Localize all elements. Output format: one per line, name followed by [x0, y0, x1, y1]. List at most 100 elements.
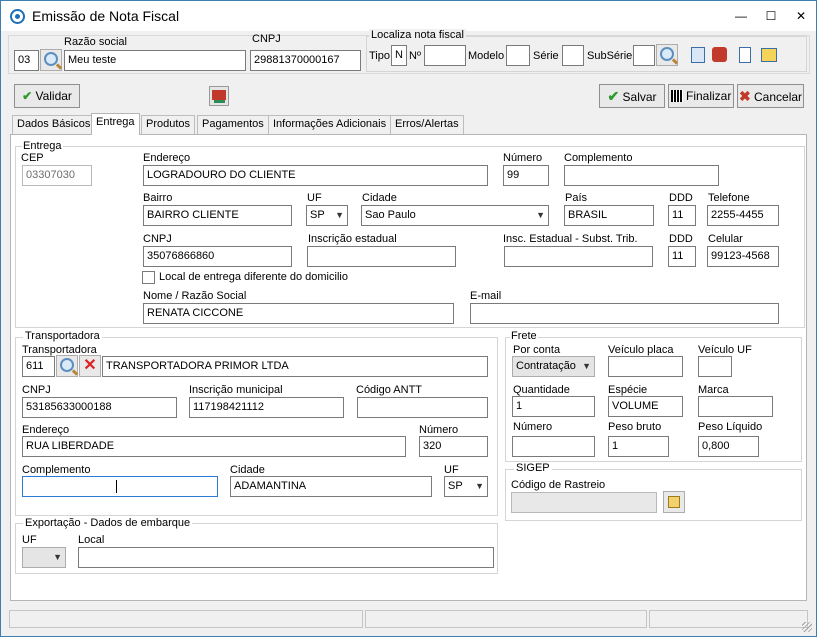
nome-field[interactable]: RENATA CICCONE: [143, 303, 454, 324]
celular-label: Celular: [708, 233, 743, 245]
exportacao-group-label: Exportação - Dados de embarque: [23, 517, 193, 529]
razao-social-label: Razão social: [64, 36, 127, 48]
maximize-button[interactable]: ☐: [756, 1, 786, 31]
peso-liquido-field[interactable]: 0,800: [698, 436, 759, 457]
ie-st-field[interactable]: [504, 246, 653, 267]
veiculo-uf-label: Veículo UF: [698, 344, 752, 356]
window-title: Emissão de Nota Fiscal: [32, 8, 180, 24]
cnpj-transp-field[interactable]: 53185633000188: [22, 397, 177, 418]
search-transportadora-button[interactable]: [56, 355, 78, 377]
status-panel-3: [649, 610, 808, 628]
close-button[interactable]: ✕: [786, 1, 816, 31]
complemento-field[interactable]: [564, 165, 719, 186]
check-icon: ✔: [22, 89, 33, 103]
endereco-field[interactable]: LOGRADOURO DO CLIENTE: [143, 165, 488, 186]
salvar-button[interactable]: ✔ Salvar: [599, 84, 665, 108]
tab-pagamentos[interactable]: Pagamentos: [197, 115, 269, 134]
resize-grip[interactable]: [802, 622, 812, 632]
cnpj-entrega-field[interactable]: 35076866860: [143, 246, 292, 267]
cep-label: CEP: [21, 152, 44, 164]
ie-st-label: Insc. Estadual - Subst. Trib.: [503, 233, 638, 245]
ddd2-field[interactable]: 11: [668, 246, 696, 267]
cnpj-field[interactable]: 29881370000167: [250, 50, 361, 71]
peso-bruto-field[interactable]: 1: [608, 436, 669, 457]
tab-produtos[interactable]: Produtos: [141, 115, 196, 134]
sigep-group-label: SIGEP: [514, 462, 552, 474]
pais-field[interactable]: BRASIL: [564, 205, 654, 226]
uf-transp-select[interactable]: SP ▼: [444, 476, 488, 497]
tab-entrega[interactable]: Entrega: [91, 113, 140, 135]
rastreio-edit-button[interactable]: [663, 491, 685, 513]
cancelar-button[interactable]: ✖ Cancelar: [737, 84, 804, 108]
uf-export-label: UF: [22, 534, 37, 546]
modelo-field[interactable]: [506, 45, 530, 66]
rastreio-label: Código de Rastreio: [511, 479, 606, 491]
numero-field[interactable]: 99: [503, 165, 549, 186]
numero-nota-field[interactable]: [424, 45, 466, 66]
edit-icon: [668, 496, 680, 508]
uf-export-select[interactable]: ▼: [22, 547, 66, 568]
endereco-transp-label: Endereço: [22, 424, 70, 436]
rastreio-field[interactable]: [511, 492, 657, 513]
veiculo-placa-field[interactable]: [608, 356, 683, 377]
por-conta-select[interactable]: Contratação ▼: [512, 356, 595, 377]
complemento-transp-field[interactable]: [22, 476, 218, 497]
minimize-button[interactable]: —: [726, 1, 756, 31]
cep-field[interactable]: 03307030: [22, 165, 92, 186]
im-field[interactable]: 117198421112: [189, 397, 344, 418]
truck-icon[interactable]: [209, 86, 229, 106]
tab-erros-alertas[interactable]: Erros/Alertas: [390, 115, 464, 134]
ddd-field[interactable]: 11: [668, 205, 696, 226]
validar-button[interactable]: ✔ Validar: [14, 84, 80, 108]
numero-transp-label: Número: [419, 424, 459, 436]
numero-nota-label: Nº: [409, 50, 421, 62]
list-icon[interactable]: [691, 47, 705, 63]
tab-dados-basicos[interactable]: Dados Básicos: [12, 115, 96, 134]
celular-field[interactable]: 99123-4568: [707, 246, 779, 267]
especie-field[interactable]: VOLUME: [608, 396, 683, 417]
check-icon: ✔: [607, 88, 620, 104]
text-cursor: [116, 480, 117, 493]
transportadora-nome-field[interactable]: TRANSPORTADORA PRIMOR LTDA: [102, 356, 488, 377]
report-icon[interactable]: [712, 47, 727, 62]
razao-social-field[interactable]: Meu teste: [64, 50, 246, 71]
ie-label: Inscrição estadual: [308, 233, 397, 245]
peso-bruto-label: Peso bruto: [608, 421, 662, 433]
empresa-code-field[interactable]: 03: [14, 50, 39, 71]
status-panel-2: [365, 610, 647, 628]
document-icon[interactable]: [739, 47, 751, 63]
search-nota-button[interactable]: [656, 44, 678, 66]
local-export-field[interactable]: [78, 547, 494, 568]
finalizar-button[interactable]: Finalizar: [668, 84, 734, 108]
quantidade-field[interactable]: 1: [512, 396, 595, 417]
veiculo-placa-label: Veículo placa: [608, 344, 674, 356]
numero-transp-field[interactable]: 320: [419, 436, 488, 457]
transportadora-code-field[interactable]: 611: [22, 356, 55, 377]
uf-select[interactable]: SP ▼: [306, 205, 348, 226]
modelo-label: Modelo: [468, 50, 505, 62]
email-field[interactable]: [470, 303, 779, 324]
ie-field[interactable]: [307, 246, 456, 267]
search-empresa-button[interactable]: [40, 49, 62, 71]
subserie-field[interactable]: [633, 45, 655, 66]
veiculo-uf-field[interactable]: [698, 356, 732, 377]
tipo-field[interactable]: N: [391, 45, 407, 66]
tab-informacoes-adicionais[interactable]: Informações Adicionais: [268, 115, 392, 134]
endereco-transp-field[interactable]: RUA LIBERDADE: [22, 436, 406, 457]
cidade-select[interactable]: Sao Paulo ▼: [361, 205, 549, 226]
bairro-field[interactable]: BAIRRO CLIENTE: [143, 205, 292, 226]
cidade-label: Cidade: [362, 192, 397, 204]
grid-icon[interactable]: [761, 48, 777, 62]
local-diferente-checkbox[interactable]: [142, 271, 155, 284]
numero-frete-field[interactable]: [512, 436, 595, 457]
marca-field[interactable]: [698, 396, 773, 417]
cnpj-label: CNPJ: [252, 33, 281, 45]
serie-field[interactable]: [562, 45, 584, 66]
antt-field[interactable]: [357, 397, 488, 418]
cidade-transp-label: Cidade: [230, 464, 265, 476]
clear-transportadora-button[interactable]: ✕: [79, 355, 101, 377]
bairro-label: Bairro: [143, 192, 173, 204]
telefone-field[interactable]: 2255-4455: [707, 205, 779, 226]
uf-label: UF: [307, 192, 322, 204]
cidade-transp-field[interactable]: ADAMANTINA: [230, 476, 432, 497]
